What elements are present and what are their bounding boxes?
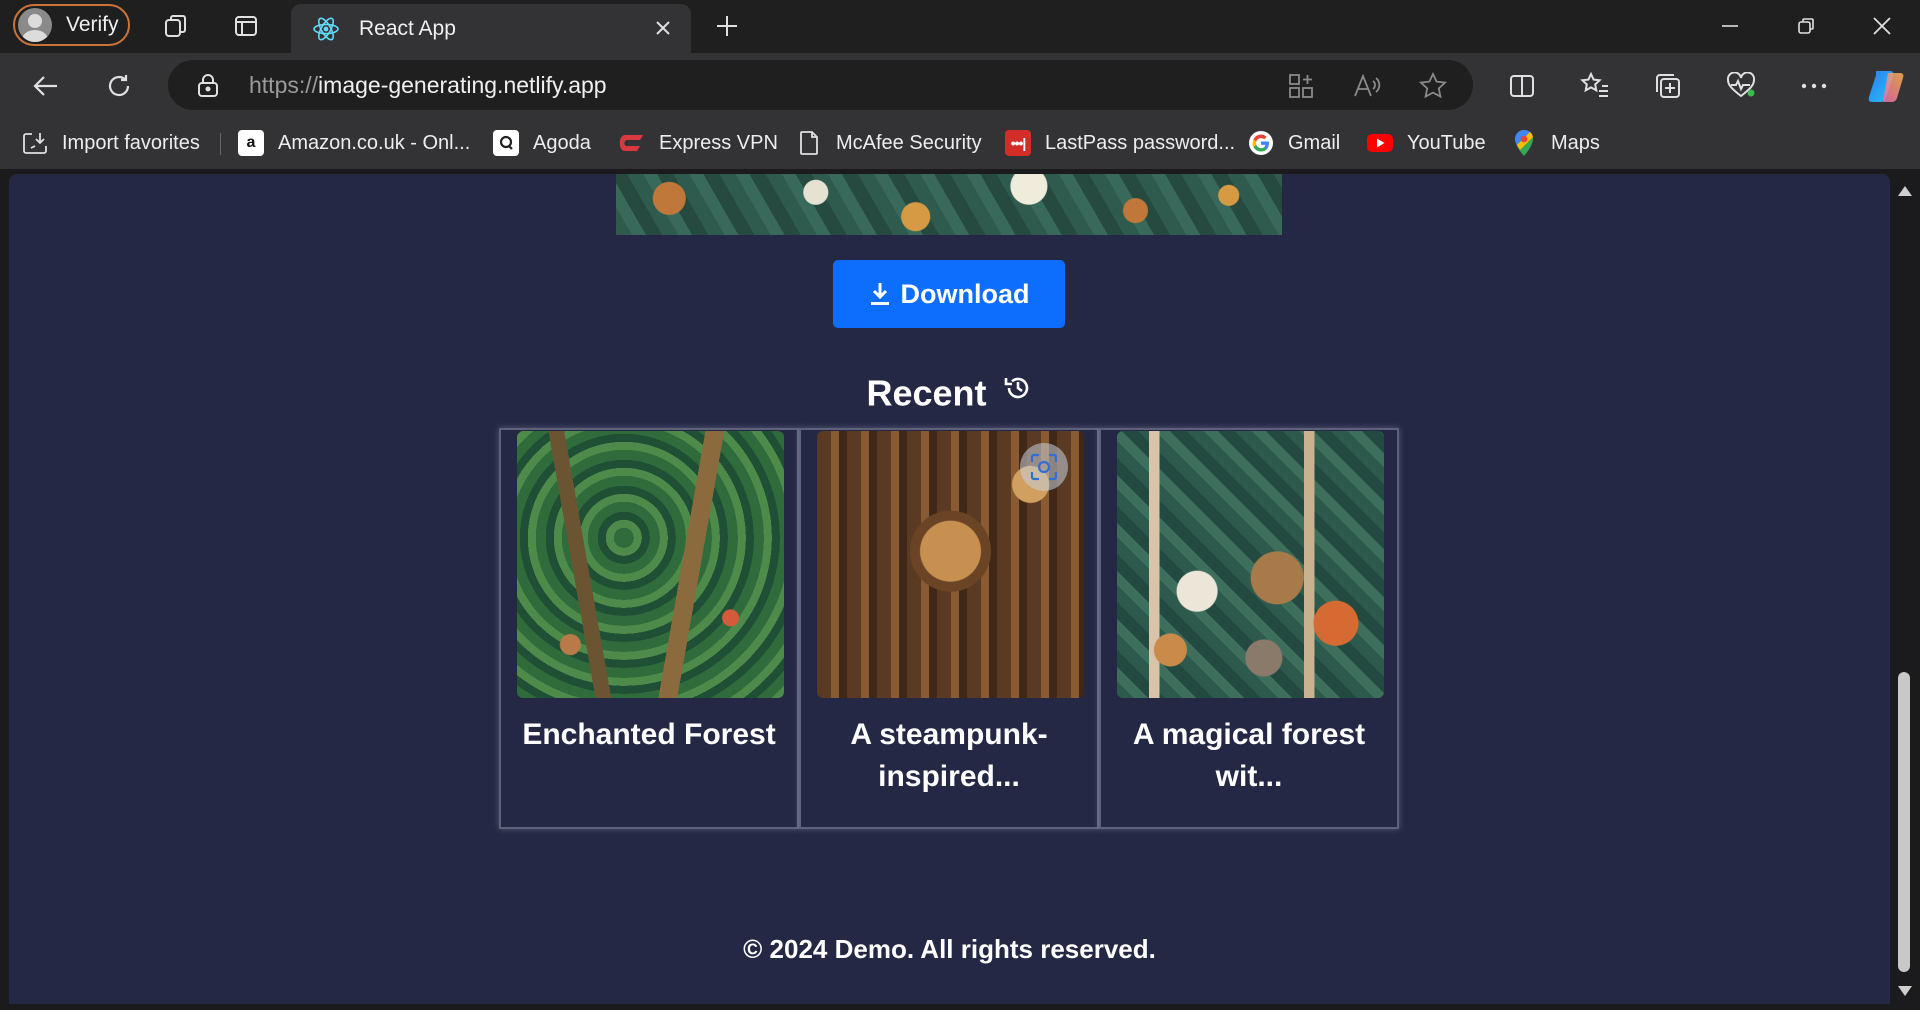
scroll-up-arrow-icon[interactable] <box>1898 186 1912 196</box>
steampunk-thumbnail[interactable] <box>817 431 1084 698</box>
recent-heading: Recent <box>9 370 1890 414</box>
url-text[interactable]: https://image-generating.netlify.app <box>249 72 607 99</box>
recent-card[interactable]: A steampunk-inspired... <box>799 428 1099 829</box>
favorite-youtube[interactable]: YouTube <box>1367 126 1486 160</box>
more-options-icon[interactable] <box>1797 69 1831 103</box>
favorite-label: LastPass password... <box>1045 131 1236 154</box>
page-viewport: Download Recent Enchanted Forest A steam… <box>9 174 1890 1004</box>
download-label: Download <box>900 278 1030 309</box>
favorite-label: Maps <box>1551 131 1600 154</box>
read-aloud-icon[interactable] <box>1351 70 1383 102</box>
new-tab-button[interactable] <box>711 10 743 42</box>
collections-icon[interactable] <box>1651 69 1685 103</box>
document-icon <box>796 130 822 156</box>
react-logo-icon <box>313 17 339 40</box>
favorites-bar: Import favorites a Amazon.co.uk - Onl...… <box>0 117 1920 169</box>
tab-title: React App <box>359 16 456 40</box>
recent-card-caption: A magical forest wit... <box>1132 718 1366 793</box>
favorite-label: YouTube <box>1407 131 1486 154</box>
back-icon[interactable] <box>29 69 63 103</box>
favorite-express-vpn[interactable]: Express VPN <box>619 126 778 160</box>
favorite-amazon[interactable]: a Amazon.co.uk - Onl... <box>238 126 470 160</box>
download-button[interactable]: Download <box>833 260 1065 328</box>
vertical-tabs-icon[interactable] <box>230 10 262 42</box>
favorite-gmail[interactable]: Gmail <box>1248 126 1340 160</box>
profile-button[interactable]: Verify <box>13 4 130 46</box>
app-available-icon[interactable] <box>1285 70 1317 102</box>
workspaces-icon[interactable] <box>160 10 192 42</box>
tab-react-app[interactable]: React App <box>291 4 691 53</box>
title-bar: Verify React App <box>0 0 1920 53</box>
favorite-agoda[interactable]: Agoda <box>493 126 591 160</box>
footer-copyright: © 2024 Demo. All rights reserved. <box>743 934 1156 964</box>
copilot-icon[interactable] <box>1866 65 1906 105</box>
agoda-icon <box>493 130 519 156</box>
browser-essentials-icon[interactable] <box>1724 69 1758 103</box>
recent-card-caption: Enchanted Forest <box>522 718 776 751</box>
favorite-maps[interactable]: Maps <box>1511 126 1600 160</box>
favorites-divider <box>220 133 221 155</box>
close-window-icon[interactable] <box>1862 8 1902 44</box>
favorite-label: Agoda <box>533 131 591 154</box>
close-tab-icon[interactable] <box>649 14 677 42</box>
recent-card[interactable]: A magical forest wit... <box>1099 428 1399 829</box>
favorite-mcafee[interactable]: McAfee Security <box>796 126 982 160</box>
scrollbar-thumb[interactable] <box>1898 672 1910 972</box>
download-icon <box>870 283 889 305</box>
forest-animals-thumbnail[interactable] <box>1117 431 1384 698</box>
maps-pin-icon <box>1511 129 1537 156</box>
lastpass-icon: •••| <box>1005 130 1031 156</box>
url-host: image-generating.netlify.app <box>318 72 607 98</box>
recent-card-caption: A steampunk-inspired... <box>850 718 1048 793</box>
visual-search-icon[interactable] <box>1020 443 1068 491</box>
lock-icon[interactable] <box>196 72 220 103</box>
enchanted-forest-thumbnail[interactable] <box>517 431 784 698</box>
google-icon <box>1248 130 1274 156</box>
favorite-import-favorites[interactable]: Import favorites <box>22 126 200 160</box>
url-scheme: https:// <box>249 72 319 98</box>
avatar <box>18 8 52 42</box>
split-screen-icon[interactable] <box>1505 69 1539 103</box>
favorite-label: Import favorites <box>62 131 200 154</box>
generated-image <box>616 174 1282 235</box>
expressvpn-icon <box>619 130 645 156</box>
scroll-down-arrow-icon[interactable] <box>1898 986 1912 996</box>
favorite-label: Express VPN <box>659 131 778 154</box>
refresh-icon[interactable] <box>102 69 136 103</box>
minimize-icon[interactable] <box>1710 8 1750 44</box>
address-bar[interactable]: https://image-generating.netlify.app <box>168 60 1473 110</box>
favorite-label: Amazon.co.uk - Onl... <box>278 131 471 154</box>
favorite-label: McAfee Security <box>836 131 982 154</box>
restore-icon[interactable] <box>1786 8 1826 44</box>
favorite-star-icon[interactable] <box>1417 70 1449 102</box>
youtube-icon <box>1367 130 1393 156</box>
navigation-bar: https://image-generating.netlify.app <box>0 53 1920 117</box>
amazon-icon: a <box>238 130 264 156</box>
favorites-list-icon[interactable] <box>1578 69 1612 103</box>
recent-list: Enchanted Forest A steampunk-inspired...… <box>499 428 1399 829</box>
recent-title: Recent <box>866 372 987 414</box>
favorite-lastpass[interactable]: •••| LastPass password... <box>1005 126 1235 160</box>
favorite-label: Gmail <box>1288 131 1341 154</box>
import-favorites-icon <box>22 130 48 156</box>
recent-card[interactable]: Enchanted Forest <box>499 428 799 829</box>
history-icon <box>1004 377 1028 399</box>
page-scrollbar[interactable] <box>1894 178 1916 1004</box>
profile-label: Verify <box>66 13 119 36</box>
